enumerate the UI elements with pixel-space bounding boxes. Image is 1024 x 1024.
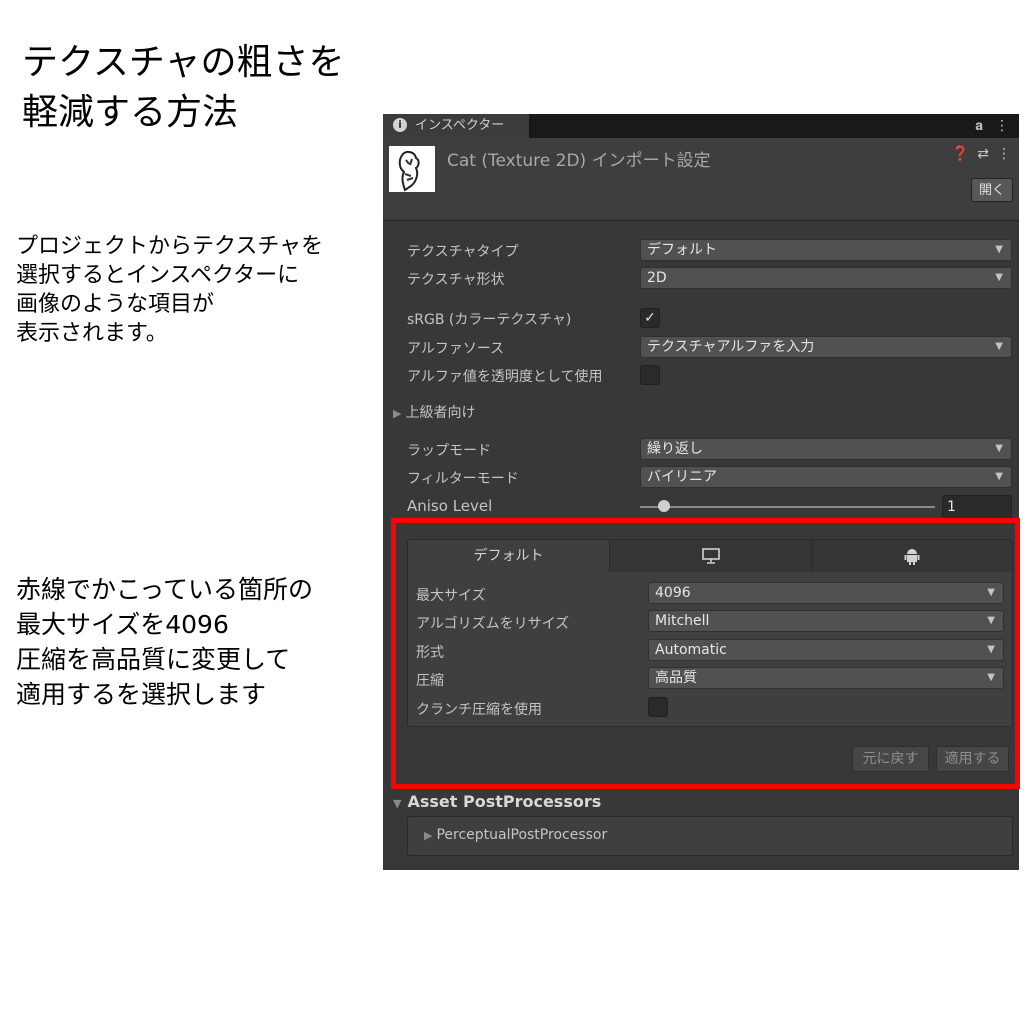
row-texture-type: テクスチャタイプ デフォルト ▼ — [383, 239, 1019, 263]
desc-line: 表示されます。 — [16, 321, 168, 346]
desc-line: 圧縮を高品質に変更して — [16, 645, 291, 674]
desc-line: 選択するとインスペクターに — [16, 263, 300, 288]
field-label: テクスチャタイプ — [407, 244, 519, 260]
checkmark-icon: ✓ — [644, 310, 656, 326]
description-change-settings: 赤線でかこっている箇所の 最大サイズを4096 圧縮を高品質に変更して 適用する… — [16, 572, 366, 712]
foldout-arrow-icon: ▼ — [393, 797, 402, 810]
highlight-frame — [391, 518, 1020, 789]
inspector-tabbar: i インスペクター 𝐚 ⋮ — [383, 114, 1019, 138]
dropdown-arrow-icon: ▼ — [995, 272, 1003, 283]
aniso-slider-handle[interactable] — [658, 500, 670, 512]
dropdown-arrow-icon: ▼ — [995, 471, 1003, 482]
dropdown-value: バイリニア — [647, 469, 717, 485]
description-select-texture: プロジェクトからテクスチャを 選択するとインスペクターに 画像のような項目が 表… — [16, 232, 366, 348]
foldout-arrow-icon: ▶ — [424, 829, 433, 842]
slide-title: テクスチャの粗さを 軽減する方法 — [22, 38, 362, 138]
dropdown-value: デフォルト — [647, 242, 717, 258]
dropdown-arrow-icon: ▼ — [995, 443, 1003, 454]
foldout-arrow-icon: ▶ — [393, 407, 402, 420]
aniso-level-input[interactable]: 1 — [942, 495, 1012, 519]
alpha-source-dropdown[interactable]: テクスチャアルファを入力 ▼ — [640, 336, 1012, 358]
asset-postprocessors-list: ▶ PerceptualPostProcessor — [407, 816, 1013, 856]
row-alpha-source: アルファソース テクスチャアルファを入力 ▼ — [383, 336, 1019, 360]
open-button[interactable]: 開く — [971, 178, 1013, 202]
slide-title-line: 軽減する方法 — [22, 92, 239, 133]
field-label: アルファソース — [407, 341, 505, 357]
info-icon: i — [393, 118, 407, 132]
dropdown-value: 繰り返し — [647, 441, 703, 457]
dropdown-value: 2D — [647, 270, 667, 286]
field-label: Aniso Level — [407, 497, 493, 515]
texture-thumbnail — [389, 146, 435, 192]
field-label: ラップモード — [407, 443, 491, 459]
asset-postprocessors-label: Asset PostProcessors — [407, 792, 602, 811]
list-item-label: PerceptualPostProcessor — [436, 827, 608, 843]
tab-inspector-label: インスペクター — [415, 118, 505, 133]
desc-line: 赤線でかこっている箇所の — [16, 575, 314, 604]
desc-line: プロジェクトからテクスチャを — [16, 234, 324, 259]
desc-line: 画像のような項目が — [16, 292, 215, 317]
row-filter-mode: フィルターモード バイリニア ▼ — [383, 466, 1019, 490]
kebab-menu-icon[interactable]: ⋮ — [997, 146, 1011, 162]
filter-mode-dropdown[interactable]: バイリニア ▼ — [640, 466, 1012, 488]
texture-type-dropdown[interactable]: デフォルト ▼ — [640, 239, 1012, 261]
header-icons: ❓ ⇄ ⋮ — [944, 146, 1011, 162]
inspector-header: Cat (Texture 2D) インポート設定 ❓ ⇄ ⋮ 開く — [383, 138, 1019, 221]
row-wrap-mode: ラップモード 繰り返し ▼ — [383, 438, 1019, 462]
row-srgb: sRGB (カラーテクスチャ) ✓ — [383, 307, 1019, 331]
srgb-checkbox[interactable]: ✓ — [640, 308, 660, 328]
header-title: Cat (Texture 2D) インポート設定 — [447, 151, 711, 171]
foldout-label: 上級者向け — [405, 405, 476, 421]
wrap-mode-dropdown[interactable]: 繰り返し ▼ — [640, 438, 1012, 460]
dropdown-value: テクスチャアルファを入力 — [647, 339, 815, 355]
list-item[interactable]: ▶ PerceptualPostProcessor — [424, 827, 607, 843]
help-icon[interactable]: ❓ — [952, 146, 969, 162]
row-aniso-level: Aniso Level 1 — [383, 495, 1019, 519]
dropdown-arrow-icon: ▼ — [995, 244, 1003, 255]
field-label: アルファ値を透明度として使用 — [407, 369, 603, 385]
tabbar-icons: 𝐚 ⋮ — [963, 114, 1009, 138]
dropdown-arrow-icon: ▼ — [995, 341, 1003, 352]
advanced-foldout[interactable]: ▶ 上級者向け — [393, 402, 475, 422]
row-alpha-transparency: アルファ値を透明度として使用 — [383, 364, 1019, 388]
asset-postprocessors-foldout[interactable]: ▼ Asset PostProcessors — [393, 792, 601, 811]
field-label: sRGB (カラーテクスチャ) — [407, 312, 572, 328]
texture-shape-dropdown[interactable]: 2D ▼ — [640, 267, 1012, 289]
field-label: フィルターモード — [407, 471, 519, 487]
desc-line: 適用するを選択します — [16, 680, 267, 709]
field-label: テクスチャ形状 — [407, 272, 505, 288]
aniso-slider-track[interactable] — [640, 506, 935, 508]
kebab-menu-icon[interactable]: ⋮ — [995, 118, 1009, 134]
alpha-transparency-checkbox[interactable] — [640, 365, 660, 385]
row-texture-shape: テクスチャ形状 2D ▼ — [383, 267, 1019, 291]
tab-inspector[interactable]: i インスペクター — [383, 114, 529, 138]
desc-line: 最大サイズを4096 — [16, 610, 229, 639]
preset-icon[interactable]: ⇄ — [977, 146, 989, 162]
lock-icon[interactable]: 𝐚 — [975, 118, 983, 134]
slide-title-line: テクスチャの粗さを — [22, 42, 345, 83]
